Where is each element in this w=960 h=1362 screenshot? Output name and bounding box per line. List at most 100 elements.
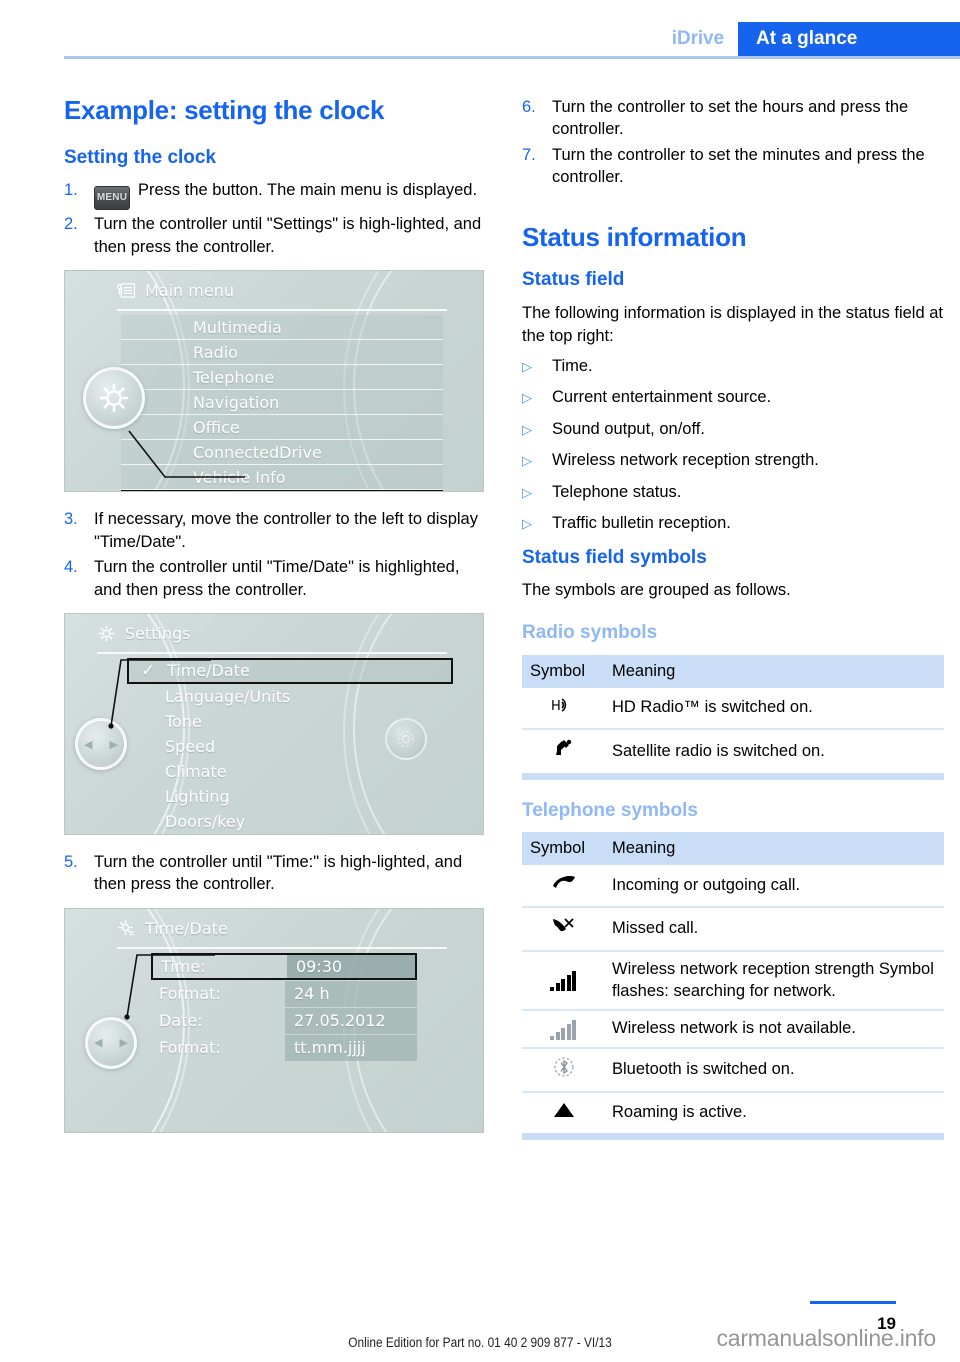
signal-bars-grey-icon [550, 1018, 578, 1040]
page-title: Example: setting the clock [64, 95, 385, 125]
heading-status-field-symbols: Status field symbols [522, 546, 707, 568]
step-6-text: Turn the controller to set the hours and… [552, 98, 909, 139]
step-5-number: 5. [64, 853, 78, 872]
step-3-number: 3. [64, 510, 78, 529]
leader-line [128, 430, 245, 479]
phone-handset-icon [553, 876, 575, 889]
menu-button-icon: MENU [94, 186, 130, 211]
settings-item-climate[interactable]: Climate [127, 759, 453, 784]
time-date-row-date-format[interactable]: Format: tt.mm.jjjj [151, 1034, 417, 1061]
hd-radio-icon: H [522, 687, 604, 731]
tab-at-a-glance[interactable]: At a glance [738, 22, 960, 56]
heading-status-field: Status field [522, 269, 625, 291]
table-header-row: Symbol Meaning [522, 654, 944, 688]
header-tabs: iDrive At a glance [672, 22, 960, 56]
gear-icon [397, 730, 415, 748]
content-columns: Example: setting the clock Setting the c… [64, 96, 944, 1149]
list-menu-icon [117, 283, 136, 299]
table-row: Satellite radio is switched on. [522, 729, 944, 772]
col-header-meaning: Meaning [604, 832, 944, 866]
document-page: iDrive At a glance Example: setting the … [0, 0, 960, 1362]
bullet-entertainment-source-text: Current entertainment source. [552, 388, 772, 407]
settings-item-lighting[interactable]: Lighting [127, 784, 453, 809]
step-3-text: If necessary, move the controller to the… [94, 510, 478, 551]
table-cell-meaning: HD Radio™ is switched on. [604, 687, 944, 731]
table-row: H HD Radio™ is switched on. [522, 687, 944, 731]
status-field-intro: The following information is displayed i… [522, 304, 943, 345]
step-2: 2. Turn the controller until "Settings" … [64, 213, 486, 258]
step-4: 4. Turn the controller until "Time/Date"… [64, 556, 486, 601]
step-1-number: 1. [64, 181, 78, 200]
col-header-meaning: Meaning [604, 654, 944, 688]
step-5-text: Turn the controller until "Time:" is hig… [94, 853, 463, 894]
bullet-time-text: Time. [552, 357, 593, 376]
menu-item-telephone[interactable]: Telephone [121, 365, 443, 391]
step-2-number: 2. [64, 215, 78, 234]
gear-knob-right [385, 718, 427, 761]
bullet-sound-output-text: Sound output, on/off. [552, 419, 705, 438]
leader-line [124, 954, 215, 1020]
bullet-telephone-status: ▷ Telephone status. [522, 481, 944, 503]
menu-item-navigation[interactable]: Navigation [121, 390, 443, 416]
triangle-bullet-icon: ▷ [522, 516, 532, 532]
col-header-symbol: Symbol [522, 832, 604, 866]
table-header-row: Symbol Meaning [522, 832, 944, 866]
status-field-symbols-intro: The symbols are grouped as follows. [522, 581, 791, 600]
gear-clock-icon [118, 920, 135, 936]
steps-list-right: 6. Turn the controller to set the hours … [522, 96, 944, 189]
table-cell-meaning: Bluetooth is switched on. [604, 1047, 944, 1093]
steps-list-left-2: 3. If necessary, move the controller to … [64, 508, 486, 601]
idrive-main-menu-title: Main menu [145, 281, 234, 301]
tab-idrive[interactable]: iDrive [672, 22, 738, 56]
idrive-main-menu-header: Main menu [117, 281, 465, 300]
bullet-traffic-bulletin: ▷ Traffic bulletin reception. [522, 512, 944, 534]
step-7-number: 7. [522, 145, 536, 164]
satellite-radio-icon [556, 739, 572, 756]
bullet-wireless-strength-text: Wireless network reception strength. [552, 451, 819, 470]
gear-icon [98, 625, 115, 642]
triangle-bullet-icon: ▷ [522, 390, 532, 406]
arrow-right-icon: ▶ [119, 1036, 128, 1050]
menu-item-settings-selected[interactable]: Settings [121, 490, 443, 492]
triangle-bullet-icon: ▷ [522, 359, 532, 375]
header-divider [64, 56, 960, 59]
step-6: 6. Turn the controller to set the hours … [522, 96, 944, 141]
section-heading-setting-the-clock: Setting the clock [64, 146, 217, 168]
table-row: Incoming or outgoing call. [522, 865, 944, 908]
page-footer: 19 Online Edition for Part no. 01 40 2 9… [0, 1282, 960, 1362]
menu-item-multimedia[interactable]: Multimedia [121, 315, 443, 341]
left-column: Example: setting the clock Setting the c… [64, 96, 486, 1149]
table-cell-meaning: Wireless network is not available. [604, 1010, 944, 1049]
table-row: Wireless network is not available. [522, 1010, 944, 1049]
bullet-sound-output: ▷ Sound output, on/off. [522, 418, 944, 440]
steps-list-left-3: 5. Turn the controller until "Time:" is … [64, 851, 486, 896]
triangle-bullet-icon: ▷ [522, 421, 532, 437]
heading-radio-symbols: Radio symbols [522, 621, 658, 643]
bluetooth-icon [554, 1056, 574, 1077]
footer-divider [810, 1301, 896, 1304]
settings-item-doors-key[interactable]: Doors/key [127, 809, 453, 834]
idrive-screen-time-date: Time/Date Time: 09:30 Format: 24 h Date:… [64, 907, 484, 1133]
bullet-entertainment-source: ▷ Current entertainment source. [522, 386, 944, 408]
step-1: 1. MENU Press the button. The main menu i… [64, 179, 486, 211]
step-2-text: Turn the controller until "Settings" is … [94, 215, 482, 256]
step-1-body: MENU Press the button. The main menu is d… [94, 179, 486, 211]
arrow-left-icon: ◀ [84, 737, 93, 751]
time-date-row-date-value: 27.05.2012 [285, 1007, 417, 1034]
idrive-header-rule [117, 309, 447, 312]
idrive-screen-settings: Settings ✓ Time/Date Language/Units Tone… [64, 613, 484, 836]
col-header-symbol: Symbol [522, 654, 604, 688]
idrive-settings-header: Settings [97, 624, 465, 643]
satellite-radio-icon [522, 729, 604, 772]
menu-item-radio[interactable]: Radio [121, 340, 443, 366]
bullet-telephone-status-text: Telephone status. [552, 482, 682, 501]
step-5: 5. Turn the controller until "Time:" is … [64, 851, 486, 896]
idrive-screen-main-menu: Main menu Multimedia Radio Telephone Nav… [64, 270, 484, 493]
table-telephone-symbols: Symbol Meaning Incoming or outgoing call… [522, 832, 944, 1133]
table-footer-bar [522, 1133, 944, 1141]
status-field-bullets: ▷ Time. ▷ Current entertainment source. … [522, 355, 944, 535]
hd-radio-icon: H [551, 697, 567, 714]
watermark: carmanualsonline.info [716, 1325, 936, 1351]
step-1-text: Press the button. The main menu is displ… [138, 181, 478, 200]
page-header: iDrive At a glance [0, 0, 960, 62]
